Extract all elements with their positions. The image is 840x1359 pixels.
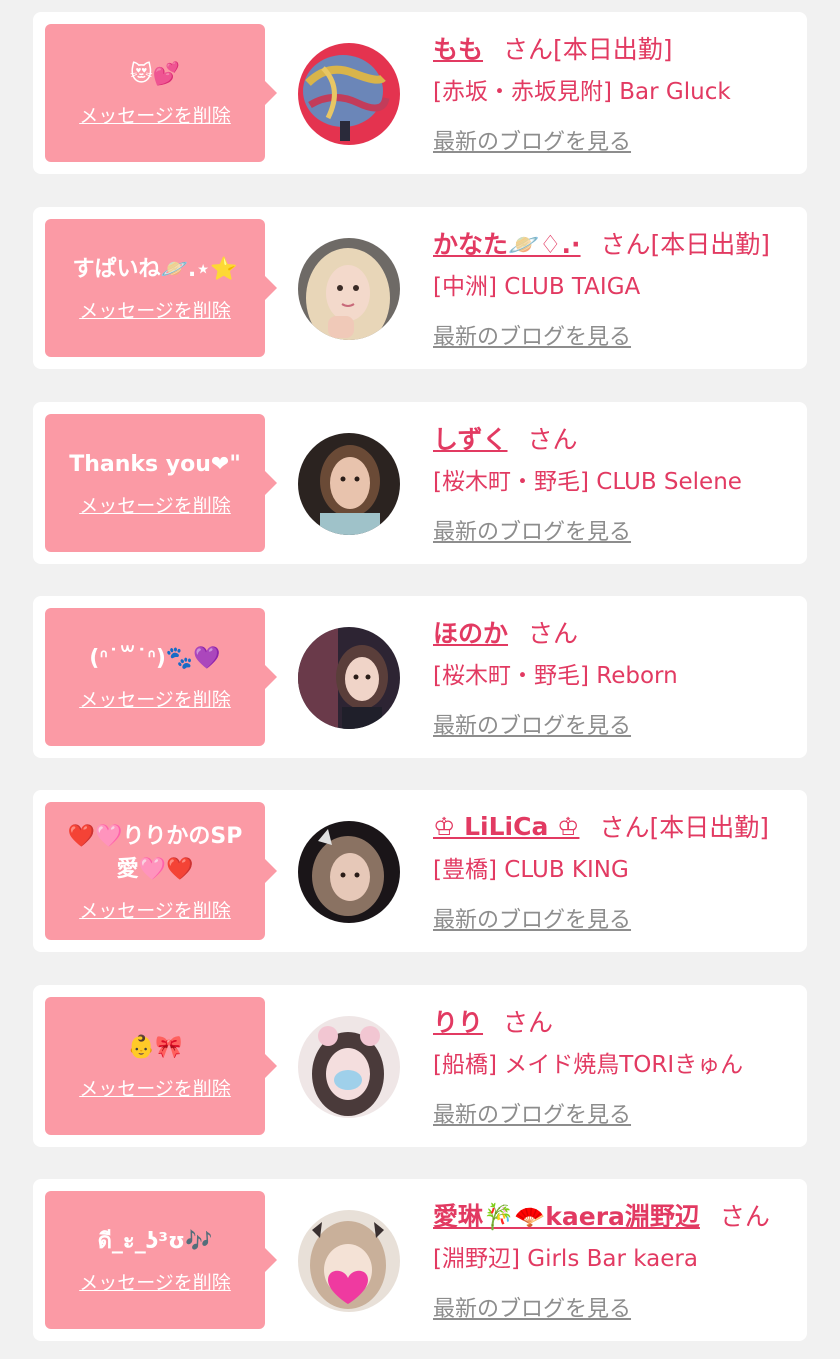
message-card: (ᐢ˙꒳˙ᐢ)🐾💜 メッセージを削除 ほのか さん [桜木町・野毛] Rebor… <box>33 596 807 758</box>
store-label: [桜木町・野毛] Reborn <box>433 663 678 689</box>
message-bubble: 😻💕 メッセージを削除 <box>45 24 277 162</box>
delete-message-link[interactable]: メッセージを削除 <box>79 1074 231 1101</box>
cast-status: さん[本日出勤] <box>503 35 673 64</box>
cast-name-link[interactable]: 愛琳🎋🪭kaera淵野辺 <box>433 1197 700 1233</box>
message-card: 👶🎀 メッセージを削除 りり さん [船橋] メイド焼鳥TORIきゅん 最新のブ… <box>33 985 807 1147</box>
cast-name-link[interactable]: しずく <box>433 420 508 456</box>
message-text: ❤️🩷りりかのSP 愛🩷❤️ <box>67 823 243 882</box>
latest-blog-link[interactable]: 最新のブログを見る <box>433 319 631 351</box>
cast-status: さん <box>719 1202 770 1231</box>
store-label: [桜木町・野毛] CLUB Selene <box>433 469 742 495</box>
cast-status: さん <box>528 619 579 648</box>
avatar[interactable] <box>298 43 400 145</box>
store-label: [豊橋] CLUB KING <box>433 857 629 883</box>
message-bubble: すぱいね🪐.⋆⭐ メッセージを削除 <box>45 219 277 357</box>
message-text: (ᐢ˙꒳˙ᐢ)🐾💜 <box>89 646 221 671</box>
avatar[interactable] <box>298 627 400 729</box>
message-bubble: ❤️🩷りりかのSP 愛🩷❤️ メッセージを削除 <box>45 802 277 940</box>
latest-blog-link[interactable]: 最新のブログを見る <box>433 1097 631 1129</box>
message-bubble: ดี_ะ_ʖ³ʊ🎶 メッセージを削除 <box>45 1191 277 1329</box>
message-bubble: 👶🎀 メッセージを削除 <box>45 997 277 1135</box>
avatar[interactable] <box>298 433 400 535</box>
cast-name-link[interactable]: ほのか <box>433 614 508 650</box>
cast-name-link[interactable]: もも <box>433 30 483 66</box>
delete-message-link[interactable]: メッセージを削除 <box>79 491 231 518</box>
avatar[interactable] <box>298 1016 400 1118</box>
message-text: ดี_ะ_ʖ³ʊ🎶 <box>97 1229 213 1254</box>
avatar[interactable] <box>298 821 400 923</box>
latest-blog-link[interactable]: 最新のブログを見る <box>433 708 631 740</box>
delete-message-link[interactable]: メッセージを削除 <box>79 685 231 712</box>
message-text: すぱいね🪐.⋆⭐ <box>72 257 238 282</box>
message-card: ดี_ะ_ʖ³ʊ🎶 メッセージを削除 愛琳🎋🪭kaera淵野辺 さん [淵野辺]… <box>33 1179 807 1341</box>
cast-status: さん[本日出勤] <box>599 813 769 842</box>
message-card: ❤️🩷りりかのSP 愛🩷❤️ メッセージを削除 ♔ LiLiCa ♔ さん[本日… <box>33 790 807 952</box>
delete-message-link[interactable]: メッセージを削除 <box>79 101 231 128</box>
message-card: Thanks you❤" メッセージを削除 しずく さん [桜木町・野毛] CL… <box>33 402 807 564</box>
message-text: 👶🎀 <box>127 1035 183 1060</box>
cast-status: さん[本日出勤] <box>600 230 771 259</box>
message-bubble: (ᐢ˙꒳˙ᐢ)🐾💜 メッセージを削除 <box>45 608 277 746</box>
cast-name-link[interactable]: かなた🪐♢.· <box>433 225 581 261</box>
avatar[interactable] <box>298 238 400 340</box>
store-label: [中洲] CLUB TAIGA <box>433 274 641 300</box>
cast-name-link[interactable]: りり <box>433 1003 483 1039</box>
avatar[interactable] <box>298 1210 400 1312</box>
delete-message-link[interactable]: メッセージを削除 <box>79 1268 231 1295</box>
message-text: 😻💕 <box>129 62 181 87</box>
message-bubble: Thanks you❤" メッセージを削除 <box>45 414 277 552</box>
latest-blog-link[interactable]: 最新のブログを見る <box>433 514 631 546</box>
latest-blog-link[interactable]: 最新のブログを見る <box>433 124 631 156</box>
message-text: Thanks you❤" <box>69 452 241 477</box>
latest-blog-link[interactable]: 最新のブログを見る <box>433 902 631 934</box>
cast-status: さん <box>527 425 578 454</box>
message-card: 😻💕 メッセージを削除 もも さん[本日出勤] [赤坂・赤坂見附] Bar Gl… <box>33 12 807 174</box>
cast-status: さん <box>503 1008 554 1037</box>
store-label: [船橋] メイド焼鳥TORIきゅん <box>433 1052 744 1078</box>
delete-message-link[interactable]: メッセージを削除 <box>79 296 231 323</box>
store-label: [赤坂・赤坂見附] Bar Gluck <box>433 79 731 105</box>
message-card: すぱいね🪐.⋆⭐ メッセージを削除 かなた🪐♢.· さん[本日出勤] [中洲] … <box>33 207 807 369</box>
cast-name-link[interactable]: ♔ LiLiCa ♔ <box>433 812 579 841</box>
delete-message-link[interactable]: メッセージを削除 <box>79 896 231 923</box>
latest-blog-link[interactable]: 最新のブログを見る <box>433 1291 631 1323</box>
store-label: [淵野辺] Girls Bar kaera <box>433 1246 698 1272</box>
